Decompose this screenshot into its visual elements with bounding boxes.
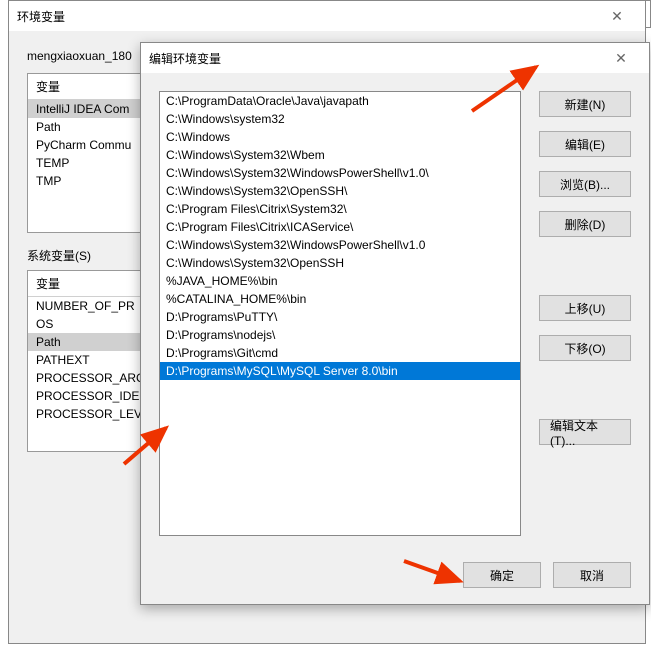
path-row[interactable]: C:\ProgramData\Oracle\Java\javapath bbox=[160, 92, 520, 110]
close-icon[interactable]: ✕ bbox=[601, 44, 641, 72]
side-buttons: 新建(N) 编辑(E) 浏览(B)... 删除(D) 上移(U) 下移(O) 编… bbox=[539, 91, 631, 536]
edit-button[interactable]: 编辑(E) bbox=[539, 131, 631, 157]
moveup-button[interactable]: 上移(U) bbox=[539, 295, 631, 321]
path-row[interactable]: C:\Windows\System32\WindowsPowerShell\v1… bbox=[160, 236, 520, 254]
path-row[interactable]: C:\Program Files\Citrix\System32\ bbox=[160, 200, 520, 218]
path-row[interactable]: C:\Windows\System32\WindowsPowerShell\v1… bbox=[160, 164, 520, 182]
path-row[interactable]: D:\Programs\nodejs\ bbox=[160, 326, 520, 344]
path-row[interactable]: %JAVA_HOME%\bin bbox=[160, 272, 520, 290]
browse-button[interactable]: 浏览(B)... bbox=[539, 171, 631, 197]
edit-bottom-buttons: 确定 取消 bbox=[141, 554, 649, 604]
edit-titlebar: 编辑环境变量 ✕ bbox=[141, 43, 649, 73]
new-button[interactable]: 新建(N) bbox=[539, 91, 631, 117]
path-row[interactable]: D:\Programs\PuTTY\ bbox=[160, 308, 520, 326]
path-row[interactable]: C:\Windows\system32 bbox=[160, 110, 520, 128]
path-row[interactable]: C:\Windows\System32\OpenSSH\ bbox=[160, 182, 520, 200]
path-row[interactable]: C:\Windows\System32\Wbem bbox=[160, 146, 520, 164]
close-icon[interactable]: ✕ bbox=[597, 2, 637, 30]
edit-title: 编辑环境变量 bbox=[149, 50, 601, 67]
path-list[interactable]: C:\ProgramData\Oracle\Java\javapathC:\Wi… bbox=[159, 91, 521, 536]
env-vars-titlebar: 环境变量 ✕ bbox=[9, 1, 645, 31]
path-row[interactable]: %CATALINA_HOME%\bin bbox=[160, 290, 520, 308]
path-row[interactable]: C:\Windows bbox=[160, 128, 520, 146]
edit-env-var-window: 编辑环境变量 ✕ C:\ProgramData\Oracle\Java\java… bbox=[140, 42, 650, 605]
movedown-button[interactable]: 下移(O) bbox=[539, 335, 631, 361]
path-row[interactable]: C:\Program Files\Citrix\ICAService\ bbox=[160, 218, 520, 236]
ok-button[interactable]: 确定 bbox=[463, 562, 541, 588]
path-row[interactable]: C:\Windows\System32\OpenSSH bbox=[160, 254, 520, 272]
env-vars-title: 环境变量 bbox=[17, 8, 597, 25]
delete-button[interactable]: 删除(D) bbox=[539, 211, 631, 237]
edittext-button[interactable]: 编辑文本(T)... bbox=[539, 419, 631, 445]
cancel-button[interactable]: 取消 bbox=[553, 562, 631, 588]
path-row[interactable]: D:\Programs\MySQL\MySQL Server 8.0\bin bbox=[160, 362, 520, 380]
path-row[interactable]: D:\Programs\Git\cmd bbox=[160, 344, 520, 362]
